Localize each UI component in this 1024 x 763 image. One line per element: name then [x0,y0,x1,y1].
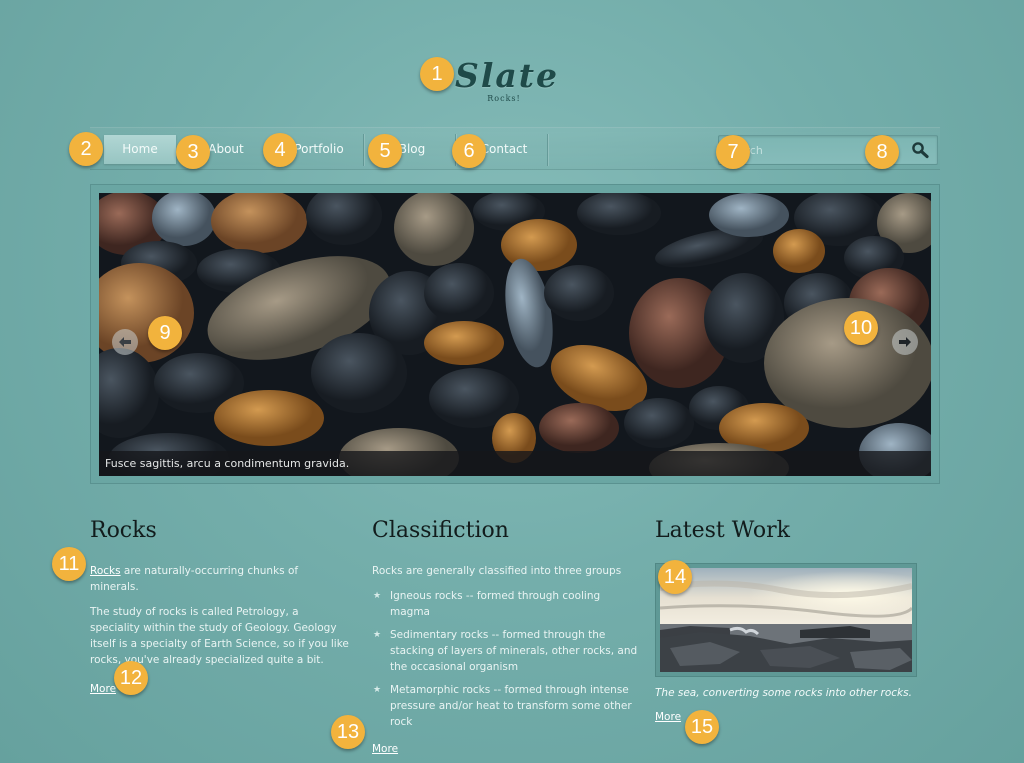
slider-image-pebbles: Fusce sagittis, arcu a condimentum gravi… [99,193,931,476]
list-item-text: Sedimentary rocks -- formed through the … [390,629,638,673]
magnifier-icon [912,142,929,159]
rocks-intro: Rocks are naturally-occurring chunks of … [90,563,350,595]
column-latest-work: Latest Work The sea, converting some roc… [655,516,925,724]
site-tagline: Rocks! [487,94,521,103]
annotation-badge: 13 [331,715,365,749]
annotation-badge: 15 [685,710,719,744]
slider-prev-button[interactable] [112,329,138,355]
annotation-badge: 11 [52,547,86,581]
list-item-text: Metamorphic rocks -- formed through inte… [390,684,632,728]
star-icon: ★ [373,591,382,601]
annotation-badge: 5 [368,134,402,168]
rocks-link[interactable]: Rocks [90,565,121,577]
column-classification: Classifiction Rocks are generally classi… [372,516,642,756]
image-slider: Fusce sagittis, arcu a condimentum gravi… [90,184,940,484]
rocks-intro-text: are naturally-occurring chunks of minera… [90,565,299,593]
annotation-badge: 10 [844,311,878,345]
search-button[interactable] [909,139,933,161]
classification-intro: Rocks are generally classified into thre… [372,565,622,577]
latest-work-more-link[interactable]: More [655,711,681,723]
annotation-badge: 8 [865,135,899,169]
slider-next-button[interactable] [892,329,918,355]
annotation-badge: 9 [148,316,182,350]
list-item: ★ Sedimentary rocks -- formed through the… [372,627,642,675]
seascape-photo [659,568,914,672]
slider-caption: Fusce sagittis, arcu a condimentum gravi… [99,451,931,476]
site-title: Slate [455,56,559,95]
nav-divider [363,134,364,166]
annotation-badge: 12 [114,661,148,695]
main-nav: Home About Portfolio Blog Contact [90,127,940,170]
latest-work-thumbnail[interactable] [655,563,917,677]
annotation-badge: 4 [263,133,297,167]
classification-heading: Classifiction [372,518,509,543]
list-item: ★ Metamorphic rocks -- formed through int… [372,682,642,730]
annotation-badge: 3 [176,135,210,169]
nav-item-home[interactable]: Home [104,135,176,164]
rocks-body: The study of rocks is called Petrology, … [90,606,349,666]
site-logo[interactable]: Slate Rocks! [452,56,562,104]
search-box [718,135,938,165]
arrow-right-icon [899,337,911,347]
star-icon: ★ [373,685,382,695]
rocks-more-link[interactable]: More [90,683,116,695]
list-item: ★ Igneous rocks -- formed through cooling… [372,588,642,620]
classification-more-link[interactable]: More [372,743,398,755]
annotation-badge: 2 [69,132,103,166]
pebbles [99,193,931,476]
annotation-badge: 1 [420,57,454,91]
annotation-badge: 7 [716,135,750,169]
rocks-heading: Rocks [90,518,157,543]
pebbles-photo [99,193,931,476]
latest-work-caption: The sea, converting some rocks into othe… [655,687,912,699]
annotation-badge: 14 [658,560,692,594]
arrow-left-icon [119,337,131,347]
latest-work-heading: Latest Work [655,518,790,543]
classification-list: ★ Igneous rocks -- formed through cooling… [372,588,642,730]
list-item-text: Igneous rocks -- formed through cooling … [390,590,601,618]
annotation-badge: 6 [452,134,486,168]
nav-divider [547,134,548,166]
star-icon: ★ [373,630,382,640]
